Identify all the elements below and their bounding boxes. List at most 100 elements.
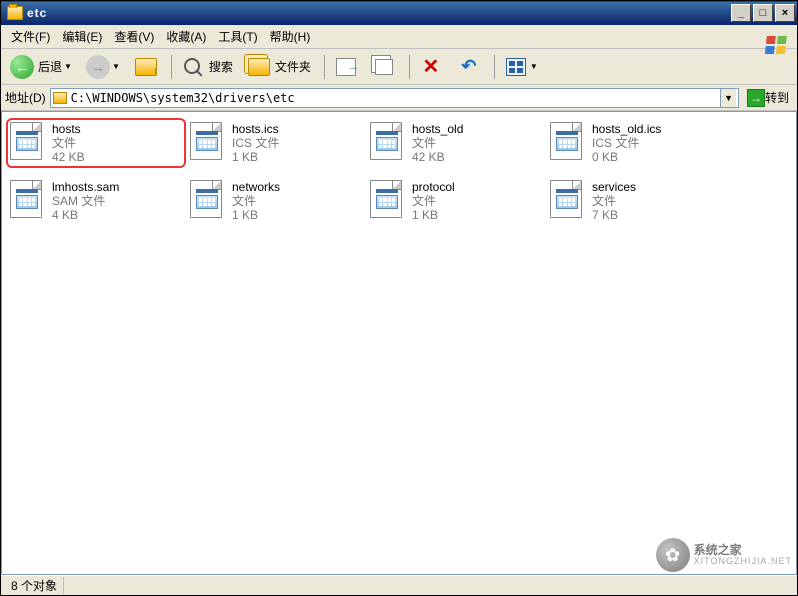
file-type: 文件: [52, 136, 182, 150]
views-button[interactable]: ▼: [499, 52, 543, 82]
file-size: 0 KB: [592, 150, 722, 164]
forward-button[interactable]: → ▼: [81, 52, 125, 82]
file-icon: [550, 180, 586, 220]
menu-tools[interactable]: 工具(T): [212, 25, 263, 48]
delete-button[interactable]: ✕: [414, 52, 448, 82]
minimize-button[interactable]: _: [731, 4, 751, 22]
close-button[interactable]: ×: [775, 4, 795, 22]
file-item[interactable]: protocol文件1 KB: [366, 176, 546, 226]
menu-file[interactable]: 文件(F): [5, 25, 56, 48]
forward-icon: →: [86, 55, 110, 79]
moveto-icon: [336, 58, 356, 76]
file-type: ICS 文件: [592, 136, 722, 150]
search-icon: [183, 57, 203, 77]
folder-up-icon: [135, 58, 157, 76]
titlebar: etc _ □ ×: [1, 1, 797, 25]
file-size: 4 KB: [52, 208, 182, 222]
file-item[interactable]: services文件7 KB: [546, 176, 726, 226]
file-icon: [190, 180, 226, 220]
menu-edit[interactable]: 编辑(E): [56, 25, 108, 48]
separator: [171, 55, 172, 79]
separator: [494, 55, 495, 79]
search-button[interactable]: 搜索: [176, 52, 238, 82]
back-icon: ←: [10, 55, 34, 79]
moveto-button[interactable]: [329, 52, 363, 82]
folder-icon: [7, 6, 23, 20]
file-list[interactable]: hosts文件42 KBhosts.icsICS 文件1 KBhosts_old…: [1, 111, 797, 575]
file-size: 1 KB: [412, 208, 542, 222]
file-size: 42 KB: [52, 150, 182, 164]
file-name: networks: [232, 180, 362, 194]
toolbar: ← 后退 ▼ → ▼ 搜索 文件夹 ✕ ↶ ▼: [1, 49, 797, 85]
file-size: 42 KB: [412, 150, 542, 164]
undo-icon: ↶: [461, 56, 476, 77]
watermark-url: XITONGZHIJIA.NET: [694, 556, 792, 566]
file-item[interactable]: hosts_old文件42 KB: [366, 118, 546, 168]
window-title: etc: [27, 6, 729, 20]
file-name: hosts: [52, 122, 182, 136]
file-type: 文件: [592, 194, 722, 208]
file-icon: [10, 122, 46, 162]
watermark-icon: ✿: [656, 538, 690, 572]
file-name: protocol: [412, 180, 542, 194]
copyto-icon: [375, 59, 393, 75]
file-name: hosts_old: [412, 122, 542, 136]
views-icon: [506, 58, 526, 76]
file-icon: [550, 122, 586, 162]
file-type: 文件: [412, 136, 542, 150]
chevron-down-icon[interactable]: ▼: [64, 62, 72, 71]
address-label: 地址(D): [5, 89, 46, 106]
maximize-button[interactable]: □: [753, 4, 773, 22]
search-label: 搜索: [209, 58, 233, 75]
menu-help[interactable]: 帮助(H): [264, 25, 317, 48]
file-size: 1 KB: [232, 208, 362, 222]
file-size: 1 KB: [232, 150, 362, 164]
watermark-name: 系统之家: [694, 544, 792, 556]
go-icon: →: [747, 89, 765, 107]
chevron-down-icon[interactable]: ▼: [530, 62, 538, 71]
status-objects: 8 个对象: [5, 577, 64, 594]
file-type: 文件: [232, 194, 362, 208]
file-item[interactable]: networks文件1 KB: [186, 176, 366, 226]
file-item[interactable]: hosts.icsICS 文件1 KB: [186, 118, 366, 168]
file-name: services: [592, 180, 722, 194]
delete-icon: ✕: [423, 54, 440, 79]
folder-icon: [53, 92, 67, 104]
file-icon: [370, 180, 406, 220]
file-size: 7 KB: [592, 208, 722, 222]
folders-label: 文件夹: [275, 58, 311, 75]
file-item[interactable]: hosts文件42 KB: [6, 118, 186, 168]
statusbar: 8 个对象: [1, 575, 797, 595]
folders-button[interactable]: 文件夹: [242, 52, 316, 82]
file-name: hosts_old.ics: [592, 122, 722, 136]
chevron-down-icon[interactable]: ▼: [112, 62, 120, 71]
menu-favorites[interactable]: 收藏(A): [160, 25, 212, 48]
separator: [409, 55, 410, 79]
file-type: 文件: [412, 194, 542, 208]
file-type: ICS 文件: [232, 136, 362, 150]
separator: [324, 55, 325, 79]
address-dropdown[interactable]: ▼: [720, 89, 736, 107]
back-button[interactable]: ← 后退 ▼: [5, 52, 77, 82]
windows-flag-icon: [757, 25, 797, 65]
go-label: 转到: [765, 89, 789, 106]
file-icon: [10, 180, 46, 220]
addressbar: 地址(D) C:\WINDOWS\system32\drivers\etc ▼ …: [1, 85, 797, 111]
address-input[interactable]: C:\WINDOWS\system32\drivers\etc ▼: [50, 88, 739, 108]
file-name: lmhosts.sam: [52, 180, 182, 194]
file-item[interactable]: hosts_old.icsICS 文件0 KB: [546, 118, 726, 168]
undo-button[interactable]: ↶: [452, 52, 486, 82]
back-label: 后退: [38, 58, 62, 75]
copyto-button[interactable]: [367, 52, 401, 82]
up-button[interactable]: [129, 52, 163, 82]
go-button[interactable]: → 转到: [743, 87, 793, 109]
menubar: 文件(F) 编辑(E) 查看(V) 收藏(A) 工具(T) 帮助(H): [1, 25, 797, 49]
file-name: hosts.ics: [232, 122, 362, 136]
file-icon: [370, 122, 406, 162]
menu-view[interactable]: 查看(V): [108, 25, 160, 48]
address-path: C:\WINDOWS\system32\drivers\etc: [71, 91, 720, 105]
file-icon: [190, 122, 226, 162]
file-type: SAM 文件: [52, 194, 182, 208]
watermark: ✿ 系统之家 XITONGZHIJIA.NET: [656, 538, 792, 572]
file-item[interactable]: lmhosts.samSAM 文件4 KB: [6, 176, 186, 226]
